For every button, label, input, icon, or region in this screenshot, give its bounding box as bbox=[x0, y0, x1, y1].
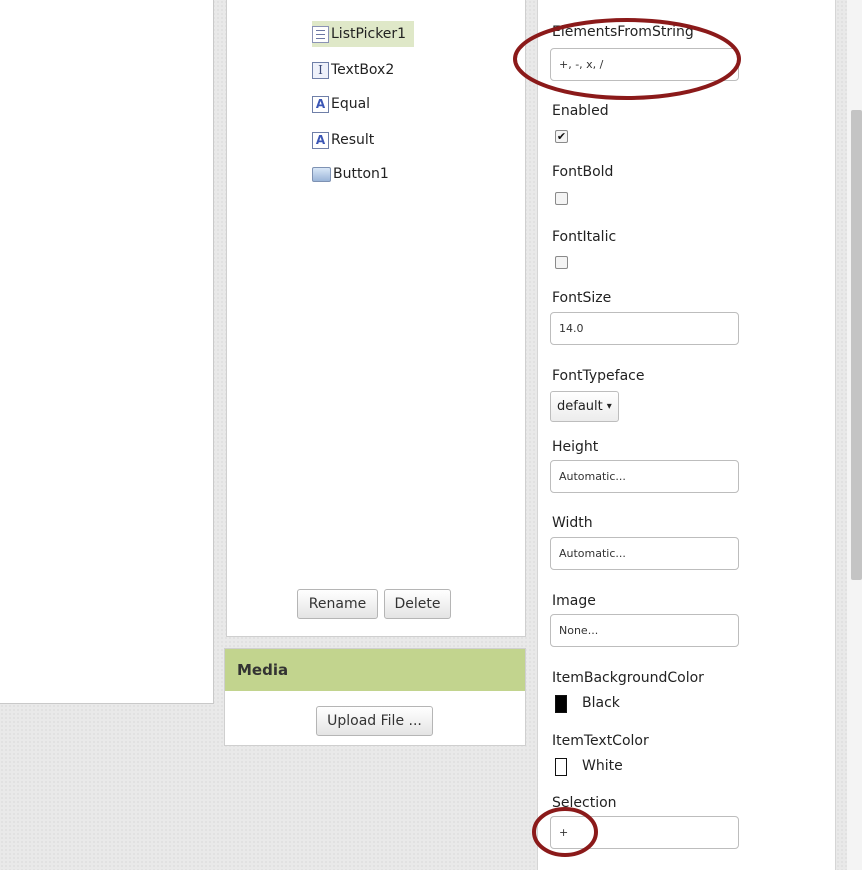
button-icon bbox=[312, 166, 331, 182]
checkmark-icon: ✔ bbox=[556, 130, 567, 143]
label-icon: A bbox=[312, 95, 329, 113]
width-input[interactable] bbox=[550, 537, 739, 570]
media-header: Media bbox=[225, 649, 525, 691]
selection-label: Selection bbox=[552, 795, 617, 811]
font-size-label: FontSize bbox=[552, 290, 612, 306]
font-italic-label: FontItalic bbox=[552, 229, 617, 245]
upload-file-button[interactable]: Upload File ... bbox=[316, 706, 433, 736]
scrollbar-thumb[interactable] bbox=[851, 110, 862, 580]
component-item-listpicker1[interactable]: ListPicker1 bbox=[312, 21, 415, 47]
component-label: TextBox2 bbox=[331, 62, 395, 78]
selection-input[interactable] bbox=[550, 816, 739, 849]
height-label: Height bbox=[552, 439, 599, 455]
label-icon: A bbox=[312, 131, 329, 149]
component-item-textbox2[interactable]: I TextBox2 bbox=[312, 57, 394, 83]
font-size-input[interactable] bbox=[550, 312, 739, 345]
properties-panel: ElementsFromString Enabled ✔ FontBold Fo… bbox=[537, 0, 836, 870]
enabled-label: Enabled bbox=[552, 103, 609, 119]
rename-button[interactable]: Rename bbox=[297, 589, 378, 619]
item-text-color-label: ItemTextColor bbox=[552, 733, 649, 749]
width-label: Width bbox=[552, 515, 593, 531]
component-label: Result bbox=[331, 132, 375, 148]
color-swatch[interactable] bbox=[555, 758, 567, 776]
color-swatch[interactable] bbox=[555, 695, 567, 713]
elements-from-string-label: ElementsFromString bbox=[552, 24, 694, 40]
image-input[interactable] bbox=[550, 614, 739, 647]
item-text-color-value[interactable]: White bbox=[582, 758, 623, 774]
font-typeface-select[interactable]: default ▾ bbox=[550, 391, 619, 422]
font-typeface-label: FontTypeface bbox=[552, 368, 645, 384]
image-label: Image bbox=[552, 593, 596, 609]
item-background-color-label: ItemBackgroundColor bbox=[552, 670, 704, 686]
components-panel: ListPicker1 I TextBox2 A Equal A Result … bbox=[226, 0, 526, 637]
delete-button[interactable]: Delete bbox=[384, 589, 451, 619]
font-bold-label: FontBold bbox=[552, 164, 614, 180]
font-italic-checkbox[interactable] bbox=[555, 256, 568, 269]
font-bold-checkbox[interactable] bbox=[555, 192, 568, 205]
component-label: ListPicker1 bbox=[331, 26, 407, 42]
elements-from-string-input[interactable] bbox=[550, 48, 739, 81]
viewer-panel bbox=[0, 0, 214, 704]
component-item-result[interactable]: A Result bbox=[312, 127, 374, 153]
textbox-icon: I bbox=[312, 61, 329, 79]
listpicker-icon bbox=[312, 25, 329, 43]
component-label: Button1 bbox=[333, 166, 389, 182]
item-background-color-value[interactable]: Black bbox=[582, 695, 620, 711]
component-label: Equal bbox=[331, 96, 371, 112]
enabled-checkbox[interactable]: ✔ bbox=[555, 130, 568, 143]
component-item-button1[interactable]: Button1 bbox=[312, 161, 389, 187]
media-panel: Media Upload File ... bbox=[224, 648, 526, 746]
component-item-equal[interactable]: A Equal bbox=[312, 91, 370, 117]
chevron-down-icon: ▾ bbox=[606, 401, 612, 412]
font-typeface-value: default bbox=[557, 399, 603, 414]
height-input[interactable] bbox=[550, 460, 739, 493]
